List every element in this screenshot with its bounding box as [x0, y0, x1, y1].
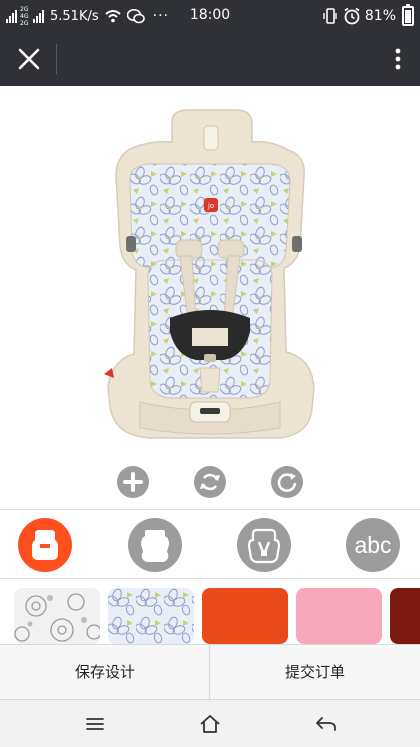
part-tabs: abc — [0, 509, 420, 579]
status-bar: 2G 4G 2G 5.51K/s ··· 18:00 81% — [0, 0, 420, 32]
vibrate-icon — [323, 8, 337, 24]
home-button[interactable] — [195, 709, 225, 739]
seat-body-icon — [141, 530, 169, 562]
swatch-dark-red[interactable] — [390, 588, 420, 644]
close-icon — [18, 48, 40, 70]
home-icon — [200, 715, 220, 733]
submit-order-button[interactable]: 提交订单 — [210, 645, 420, 700]
save-design-button[interactable]: 保存设计 — [0, 645, 210, 700]
tab-text-label: abc — [354, 532, 392, 558]
tab-backrest[interactable] — [237, 518, 291, 572]
action-bar: 保存设计 提交订单 — [0, 644, 420, 700]
alarm-icon — [344, 7, 360, 25]
battery-icon — [402, 4, 414, 26]
customizer-screen: 2G 4G 2G 5.51K/s ··· 18:00 81% jo abc 保存… — [0, 0, 420, 747]
refresh-icon — [277, 473, 297, 492]
tab-text[interactable]: abc — [346, 518, 400, 572]
back-icon — [316, 717, 336, 731]
backrest-icon — [247, 528, 281, 564]
tab-body[interactable] — [128, 518, 182, 572]
swatch-blue-floral[interactable] — [108, 588, 194, 644]
status-right: 81% — [323, 4, 414, 26]
back-button[interactable] — [311, 709, 341, 739]
title-bar — [0, 32, 420, 86]
zoom-in-button[interactable] — [117, 466, 149, 498]
seat-logo: jo — [207, 202, 214, 210]
system-nav-bar — [0, 700, 420, 747]
swatch-orange[interactable] — [202, 588, 288, 644]
menu-button[interactable] — [80, 709, 110, 739]
close-button[interactable] — [12, 42, 46, 76]
menu-icon — [86, 718, 104, 730]
car-seat-image[interactable]: jo — [100, 106, 320, 444]
cushion-icon — [32, 530, 58, 560]
plus-icon — [123, 472, 143, 492]
material-swatches — [0, 580, 420, 644]
more-vertical-icon — [395, 48, 401, 70]
swatch-pink[interactable] — [296, 588, 382, 644]
rotate-button[interactable] — [194, 466, 226, 498]
tab-cushion[interactable] — [18, 518, 72, 572]
swatch-gray-floral[interactable] — [14, 588, 100, 644]
more-button[interactable] — [390, 42, 406, 76]
rotate-icon — [200, 473, 220, 491]
product-preview-area[interactable]: jo — [0, 86, 420, 460]
reset-button[interactable] — [271, 466, 303, 498]
title-divider — [56, 44, 57, 74]
battery-percent: 81% — [364, 8, 396, 24]
